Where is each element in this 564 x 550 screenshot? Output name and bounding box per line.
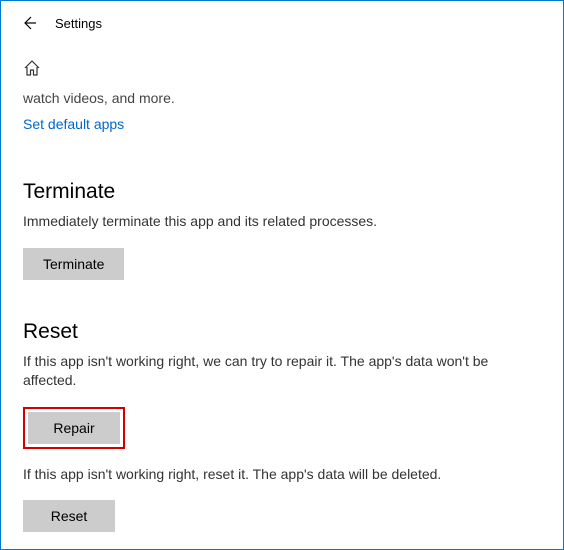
truncated-description: watch videos, and more. bbox=[23, 90, 541, 106]
back-arrow-icon[interactable] bbox=[21, 15, 37, 31]
content-area: watch videos, and more. Set default apps… bbox=[1, 59, 563, 532]
set-default-apps-link[interactable]: Set default apps bbox=[23, 116, 124, 132]
terminate-heading: Terminate bbox=[23, 180, 541, 204]
window-title: Settings bbox=[55, 16, 102, 31]
reset-description: If this app isn't working right, reset i… bbox=[23, 465, 541, 485]
terminate-button[interactable]: Terminate bbox=[23, 248, 124, 280]
repair-description: If this app isn't working right, we can … bbox=[23, 352, 541, 391]
repair-highlight: Repair bbox=[23, 407, 125, 449]
home-icon[interactable] bbox=[23, 59, 541, 82]
terminate-description: Immediately terminate this app and its r… bbox=[23, 212, 541, 232]
repair-button[interactable]: Repair bbox=[28, 412, 120, 444]
reset-button[interactable]: Reset bbox=[23, 500, 115, 532]
header-bar: Settings bbox=[1, 1, 563, 41]
reset-heading: Reset bbox=[23, 320, 541, 344]
